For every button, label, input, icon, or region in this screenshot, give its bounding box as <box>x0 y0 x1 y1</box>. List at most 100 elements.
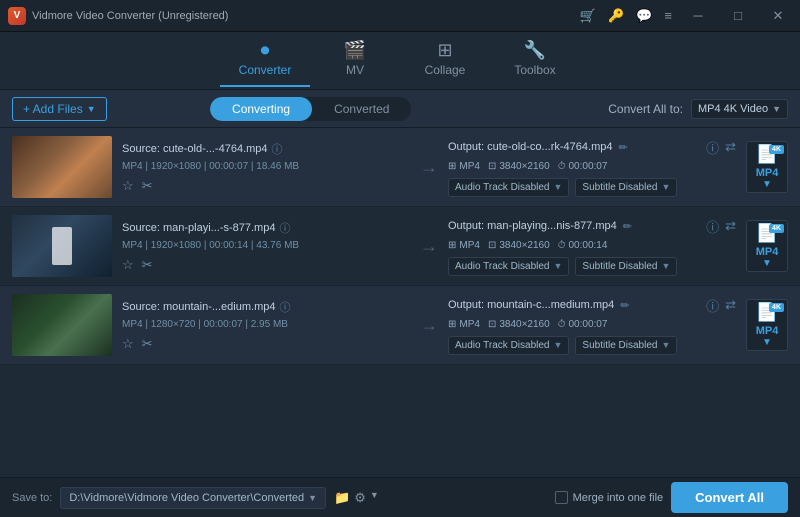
output-settings-icon[interactable]: ⇄ <box>725 297 736 313</box>
subtitle-dropdown-arrow-icon: ▼ <box>661 261 670 271</box>
format-thumb-dropdown-icon[interactable]: ▼ <box>762 258 772 269</box>
audio-track-dropdown[interactable]: Audio Track Disabled ▼ <box>448 257 569 276</box>
titlebar-right: 🛒 🔑 💬 ≡ ─ □ ✕ <box>580 7 792 25</box>
app-icon: V <box>8 7 26 25</box>
cut-icon[interactable]: ✂ <box>142 336 153 352</box>
info-icon[interactable]: ⓘ <box>272 141 283 157</box>
output-info-icon[interactable]: ⓘ <box>706 217 719 236</box>
merge-checkbox[interactable]: Merge into one file <box>555 491 664 504</box>
file-source: Source: man-playi...-s-877.mp4 ⓘ <box>122 220 410 236</box>
output-section: Output: cute-old-co...rk-4764.mp4 ✏ ⓘ ⇄ … <box>448 138 736 197</box>
audio-track-dropdown[interactable]: Audio Track Disabled ▼ <box>448 178 569 197</box>
4k-badge: 4K <box>769 145 784 154</box>
output-settings-icon[interactable]: ⇄ <box>725 139 736 155</box>
format-badge: ⊞ MP4 <box>448 240 480 251</box>
edit-icon[interactable]: ✏ <box>618 141 627 154</box>
tab-collage[interactable]: ⊞ Collage <box>400 35 490 87</box>
collage-icon: ⊞ <box>437 40 452 61</box>
file-item: Source: mountain-...edium.mp4 ⓘ MP4 | 12… <box>0 286 800 365</box>
star-icon[interactable]: ☆ <box>122 257 134 273</box>
subtitle-value: Subtitle Disabled <box>582 261 657 272</box>
maximize-button[interactable]: □ <box>724 7 752 25</box>
info-icon[interactable]: ⓘ <box>279 299 290 315</box>
format-thumbnail: 4K 📄 MP4 ▼ <box>746 220 788 272</box>
chat-icon[interactable]: 💬 <box>636 8 652 24</box>
file-meta: MP4 | 1920×1080 | 00:00:14 | 43.76 MB <box>122 240 410 251</box>
subtitle-value: Subtitle Disabled <box>582 182 657 193</box>
format-thumbnail: 4K 📄 MP4 ▼ <box>746 141 788 193</box>
tab-collage-label: Collage <box>425 63 466 77</box>
add-files-button[interactable]: + Add Files ▼ <box>12 97 107 121</box>
edit-icon[interactable]: ✏ <box>623 220 632 233</box>
convert-format-arrow-icon: ▼ <box>772 104 781 114</box>
add-files-label: + Add Files <box>23 102 83 116</box>
star-icon[interactable]: ☆ <box>122 178 134 194</box>
file-actions: ☆ ✂ <box>122 257 410 273</box>
tab-toolbox[interactable]: 🔧 Toolbox <box>490 35 580 87</box>
subtitle-dropdown[interactable]: Subtitle Disabled ▼ <box>575 257 677 276</box>
output-label: Output: mountain-c...medium.mp4 <box>448 299 614 311</box>
subtitle-dropdown[interactable]: Subtitle Disabled ▼ <box>575 178 677 197</box>
file-source: Source: cute-old-...-4764.mp4 ⓘ <box>122 141 410 157</box>
source-label: Source: mountain-...edium.mp4 <box>122 301 275 313</box>
clock-icon: ⏱ <box>558 161 566 172</box>
format-grid-icon: ⊞ <box>448 240 456 251</box>
convert-format-select[interactable]: MP4 4K Video ▼ <box>691 99 788 119</box>
audio-dropdown-arrow-icon: ▼ <box>554 340 563 350</box>
res-badge: ⊡ 3840×2160 <box>488 240 550 251</box>
menu-icon[interactable]: ≡ <box>664 8 672 23</box>
cut-icon[interactable]: ✂ <box>142 257 153 273</box>
thumbnail <box>12 215 112 277</box>
folder-icon[interactable]: 📁 <box>334 490 350 506</box>
converted-tab[interactable]: Converted <box>312 97 411 121</box>
converting-tab[interactable]: Converting <box>210 97 312 121</box>
format-thumbnail: 4K 📄 MP4 ▼ <box>746 299 788 351</box>
audio-track-dropdown[interactable]: Audio Track Disabled ▼ <box>448 336 569 355</box>
cut-icon[interactable]: ✂ <box>142 178 153 194</box>
dropdowns-row: Audio Track Disabled ▼ Subtitle Disabled… <box>448 336 736 355</box>
info-icon[interactable]: ⓘ <box>279 220 290 236</box>
tab-mv[interactable]: 🎬 MV <box>310 35 400 87</box>
file-meta: MP4 | 1280×720 | 00:00:07 | 2.95 MB <box>122 319 410 330</box>
format-thumb-label: MP4 <box>756 167 779 179</box>
save-to-label: Save to: <box>12 492 52 504</box>
source-label: Source: man-playi...-s-877.mp4 <box>122 222 275 234</box>
add-files-dropdown-icon[interactable]: ▼ <box>87 104 96 114</box>
format-grid-icon: ⊞ <box>448 319 456 330</box>
edit-icon[interactable]: ✏ <box>620 299 629 312</box>
mv-icon: 🎬 <box>344 40 366 61</box>
cart-icon[interactable]: 🛒 <box>580 8 596 24</box>
format-badge: ⊞ MP4 <box>448 161 480 172</box>
subtitle-dropdown[interactable]: Subtitle Disabled ▼ <box>575 336 677 355</box>
titlebar: V Vidmore Video Converter (Unregistered)… <box>0 0 800 32</box>
subtitle-dropdown-arrow-icon: ▼ <box>661 340 670 350</box>
close-button[interactable]: ✕ <box>764 7 792 25</box>
dur-badge: ⏱ 00:00:07 <box>558 161 608 172</box>
tab-converter[interactable]: ⏺ Converter <box>220 35 310 87</box>
convert-all-to-section: Convert All to: MP4 4K Video ▼ <box>608 99 788 119</box>
minimize-button[interactable]: ─ <box>684 7 712 25</box>
source-label: Source: cute-old-...-4764.mp4 <box>122 143 268 155</box>
audio-track-value: Audio Track Disabled <box>455 340 550 351</box>
output-info-icon[interactable]: ⓘ <box>706 138 719 157</box>
star-icon[interactable]: ☆ <box>122 336 134 352</box>
convert-all-button[interactable]: Convert All <box>671 482 788 513</box>
file-info: Source: man-playi...-s-877.mp4 ⓘ MP4 | 1… <box>122 220 410 273</box>
output-label: Output: man-playing...nis-877.mp4 <box>448 220 617 232</box>
format-thumb-dropdown-icon[interactable]: ▼ <box>762 179 772 190</box>
app-title: Vidmore Video Converter (Unregistered) <box>32 10 228 22</box>
path-dropdown-arrow-icon[interactable]: ▼ <box>308 493 317 503</box>
key-icon[interactable]: 🔑 <box>608 8 624 24</box>
file-info: Source: mountain-...edium.mp4 ⓘ MP4 | 12… <box>122 299 410 352</box>
output-source: Output: mountain-c...medium.mp4 ✏ ⓘ ⇄ <box>448 296 736 315</box>
output-source: Output: man-playing...nis-877.mp4 ✏ ⓘ ⇄ <box>448 217 736 236</box>
output-info-icon[interactable]: ⓘ <box>706 296 719 315</box>
settings-icon[interactable]: ⚙ <box>354 490 366 506</box>
settings-dropdown-arrow-icon[interactable]: ▼ <box>370 490 379 506</box>
output-settings-icon[interactable]: ⇄ <box>725 218 736 234</box>
format-grid-icon: ⊞ <box>448 161 456 172</box>
merge-checkbox-input[interactable] <box>555 491 568 504</box>
file-actions: ☆ ✂ <box>122 336 410 352</box>
merge-label: Merge into one file <box>573 492 664 504</box>
format-thumb-dropdown-icon[interactable]: ▼ <box>762 337 772 348</box>
